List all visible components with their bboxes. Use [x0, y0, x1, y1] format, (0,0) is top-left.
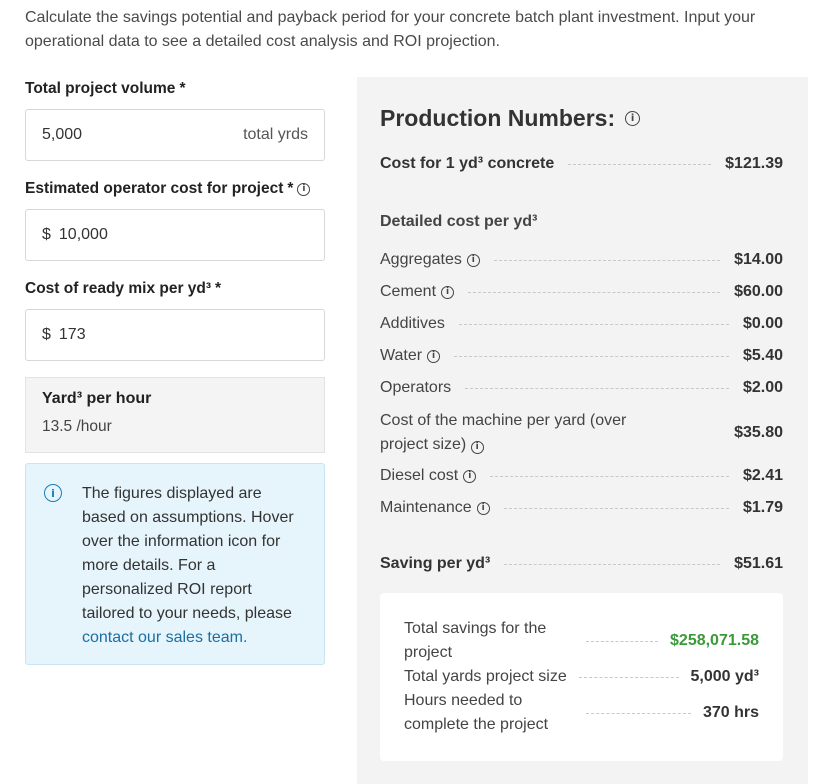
item-label: Maintenance [380, 499, 472, 516]
cost-row-diesel: Diesel cost i $2.41 [380, 467, 783, 485]
info-icon[interactable]: i [625, 111, 641, 126]
dotted-leader [586, 712, 691, 714]
readymix-value: 173 [58, 326, 86, 343]
cost-row-operators: Operators $2.00 [380, 379, 783, 397]
saving-value: $51.61 [734, 555, 783, 572]
item-value: $0.00 [742, 315, 783, 332]
readymix-cost-input[interactable]: $ 173 [25, 309, 325, 361]
item-label: Water [380, 347, 423, 364]
item-label: Additives [380, 315, 445, 332]
dotted-leader [468, 291, 721, 293]
dotted-leader [465, 387, 729, 389]
total-savings-row: Total savings for the project $258,071.5… [404, 617, 759, 665]
cost-row-water: Water i $5.40 [380, 347, 783, 365]
dotted-leader [568, 163, 712, 165]
info-note: i The figures displayed are based on ass… [25, 463, 325, 665]
yph-title: Yard³ per hour [42, 390, 152, 407]
item-value: $5.40 [742, 347, 783, 364]
saving-row: Saving per yd³ $51.61 [380, 555, 783, 573]
detailed-cost-heading: Detailed cost per yd³ [380, 213, 538, 230]
volume-unit: total yrds [243, 126, 308, 143]
hours-value: 370 hrs [702, 704, 759, 721]
intro-text: Calculate the savings potential and payb… [25, 9, 756, 50]
operator-value: 10,000 [58, 226, 108, 243]
note-body: The figures displayed are based on assum… [82, 485, 294, 622]
info-icon[interactable]: i [441, 285, 455, 299]
cost-row-maintenance: Maintenance i $1.79 [380, 499, 783, 517]
dotted-leader [493, 259, 721, 261]
item-value: $1.79 [742, 499, 783, 516]
cost-1yd-row: Cost for 1 yd³ concrete $121.39 [380, 155, 783, 173]
operator-label-text: Estimated operator cost for project [25, 180, 284, 197]
required-mark: * [215, 280, 222, 297]
cost-1yd-label: Cost for 1 yd³ concrete [380, 155, 555, 172]
dotted-leader [458, 323, 729, 325]
cost-1yd-value: $121.39 [725, 155, 783, 172]
volume-label-text: Total project volume [25, 80, 176, 97]
panel-title-text: Production Numbers: [380, 105, 616, 131]
volume-value: 5,000 [42, 126, 83, 143]
volume-input[interactable]: 5,000 total yrds [25, 109, 325, 161]
info-icon: i [44, 484, 62, 502]
operator-cost-input[interactable]: $ 10,000 [25, 209, 325, 261]
cost-row-additives: Additives $0.00 [380, 315, 783, 333]
yards-per-hour-box: Yard³ per hour 13.5 /hour [25, 377, 325, 453]
info-icon[interactable]: i [466, 253, 480, 267]
dotted-leader [586, 640, 659, 642]
item-label: Diesel cost [380, 467, 459, 484]
readymix-label-text: Cost of ready mix per yd³ [25, 280, 212, 297]
summary-card: Total savings for the project $258,071.5… [380, 593, 783, 761]
saving-label: Saving per yd³ [380, 555, 491, 572]
volume-label: Total project volume * [25, 80, 185, 98]
total-yards-label: Total yards project size [404, 668, 567, 685]
info-icon[interactable]: i [427, 349, 441, 363]
required-mark: * [287, 180, 294, 197]
info-icon[interactable]: i [476, 501, 490, 515]
item-label: Cost of the machine per yard (over proje… [380, 412, 627, 453]
item-label: Cement [380, 283, 437, 300]
hours-row: Hours needed to complete the project 370… [404, 689, 759, 737]
note-text: The figures displayed are based on assum… [82, 482, 308, 664]
item-value: $35.80 [734, 424, 783, 441]
cost-row-cement: Cement i $60.00 [380, 283, 783, 301]
dotted-leader [504, 563, 721, 565]
currency-symbol: $ [42, 226, 51, 243]
hours-label: Hours needed to complete the project [404, 692, 549, 733]
dotted-leader [503, 507, 729, 509]
info-icon[interactable]: i [470, 441, 484, 454]
item-value: $2.00 [742, 379, 783, 396]
required-mark: * [179, 80, 186, 97]
cost-row-machine: Cost of the machine per yard (over proje… [380, 409, 783, 457]
panel-title: Production Numbers: i [380, 105, 641, 132]
currency-symbol: $ [42, 326, 51, 343]
item-value: $2.41 [742, 467, 783, 484]
info-icon[interactable]: i [463, 469, 477, 483]
total-savings-value: $258,071.58 [670, 632, 759, 649]
item-label: Operators [380, 379, 452, 396]
operator-label: Estimated operator cost for project * i [25, 180, 311, 198]
readymix-label: Cost of ready mix per yd³ * [25, 280, 221, 298]
yph-value: 13.5 /hour [42, 418, 112, 435]
dotted-leader [454, 355, 729, 357]
item-value: $60.00 [734, 283, 783, 300]
dotted-leader [578, 676, 679, 678]
cost-row-aggregates: Aggregates i $14.00 [380, 251, 783, 269]
contact-sales-link[interactable]: contact our sales team. [82, 629, 247, 646]
total-savings-label: Total savings for the project [404, 620, 547, 661]
item-label: Aggregates [380, 251, 462, 268]
total-yards-value: 5,000 yd³ [690, 668, 759, 685]
item-value: $14.00 [734, 251, 783, 268]
info-icon[interactable]: i [297, 182, 311, 196]
total-yards-row: Total yards project size 5,000 yd³ [404, 665, 759, 689]
dotted-leader [490, 475, 729, 477]
